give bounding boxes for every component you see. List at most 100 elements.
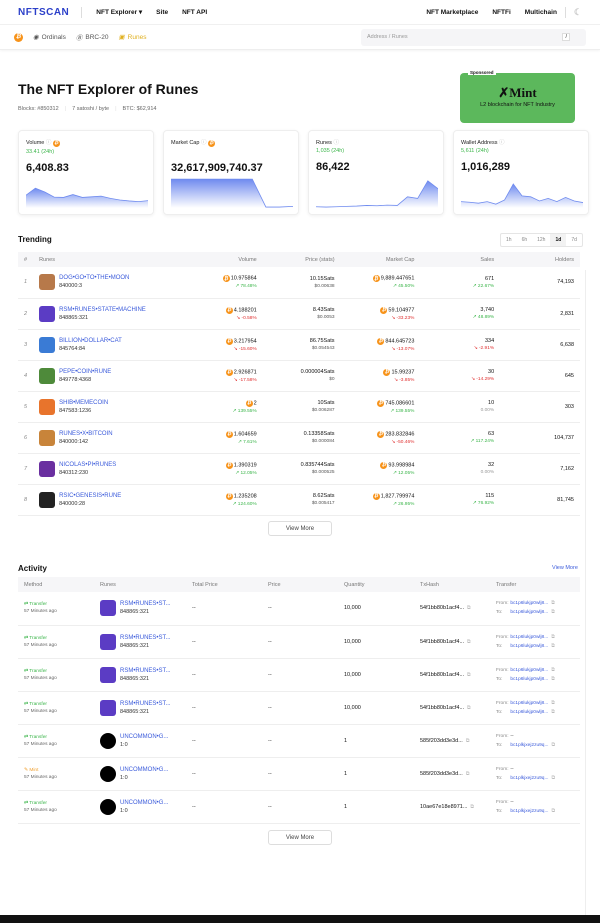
copy-icon[interactable]: ⧉ bbox=[551, 643, 555, 649]
from-address[interactable]: bc1p6lukjp0wlj8... bbox=[510, 701, 548, 706]
table-row[interactable]: 2 RSM•RUNES•STATE•MACHINE 848865:321 ₿ 4.1… bbox=[18, 298, 580, 330]
rune-avatar bbox=[39, 274, 56, 291]
to-address[interactable]: bc1p6lukjp0wlj8... bbox=[510, 644, 548, 649]
timeframe-1d[interactable]: 1d bbox=[550, 234, 567, 246]
column-header[interactable]: Volume bbox=[182, 252, 263, 267]
copy-icon[interactable]: ⧉ bbox=[551, 667, 555, 673]
from-address[interactable]: bc1p6lukjp0wlj8... bbox=[510, 635, 548, 640]
copy-icon[interactable]: ⧉ bbox=[551, 742, 555, 748]
market-cap: 59.104977 bbox=[388, 307, 415, 313]
copy-icon[interactable]: ⧉ bbox=[467, 605, 471, 611]
rune-name-link[interactable]: RUNES•X•BITCOIN bbox=[59, 431, 113, 437]
column-header[interactable]: Price (stats) bbox=[262, 252, 341, 267]
table-row[interactable]: 4 PEPE•COIN•RUNE 849778:4368 ₿ 2.926871 ↘ -… bbox=[18, 360, 580, 392]
rune-name-link[interactable]: PEPE•COIN•RUNE bbox=[59, 369, 111, 375]
tx-hash-link[interactable]: 585f203dd3e3d... bbox=[420, 771, 463, 777]
tx-hash-link[interactable]: 54f1bb80b1acf4... bbox=[420, 639, 464, 645]
to-address[interactable]: bc1plkjxej2zu9q... bbox=[510, 743, 548, 748]
table-row[interactable]: 6 RUNES•X•BITCOIN 840000:142 ₿ 1.604659 ↗ 7… bbox=[18, 422, 580, 454]
block-height[interactable]: Blocks: #850312 bbox=[18, 106, 59, 112]
to-address[interactable]: bc1p6lukjp0wlj8... bbox=[510, 610, 548, 615]
trending-view-more-button[interactable]: View More bbox=[268, 521, 332, 536]
to-address[interactable]: bc1p6lukjp0wlj8... bbox=[510, 677, 548, 682]
rune-name-link[interactable]: BILLION•DOLLAR•CAT bbox=[59, 338, 122, 344]
rune-name-link[interactable]: RSM•RUNES•STATE•MACHINE bbox=[59, 307, 146, 313]
copy-icon[interactable]: ⧉ bbox=[551, 775, 555, 781]
tx-hash-link[interactable]: 585f203dd3e3d... bbox=[420, 738, 463, 744]
from-address[interactable]: -- bbox=[510, 800, 513, 805]
rune-avatar bbox=[100, 699, 116, 716]
theme-toggle-moon-icon[interactable]: ☾ bbox=[564, 6, 582, 18]
nav-site[interactable]: Site bbox=[156, 9, 168, 16]
timeframe-12h[interactable]: 12h bbox=[532, 234, 550, 246]
column-header[interactable]: Market Cap bbox=[340, 252, 421, 267]
copy-icon[interactable]: ⧉ bbox=[470, 804, 474, 810]
table-row[interactable]: 1 DOG•GO•TO•THE•MOON 840000:3 ₿ 10.975864 ↗… bbox=[18, 267, 580, 299]
nav-nft-api[interactable]: NFT API bbox=[182, 9, 207, 16]
search-input[interactable]: Address / Runes / bbox=[361, 28, 586, 46]
copy-icon[interactable]: ⧉ bbox=[551, 600, 555, 606]
to-address[interactable]: bc1plkjxej2zu9q... bbox=[510, 776, 548, 781]
price-sats: 0.000004Sats bbox=[300, 369, 335, 375]
table-row[interactable]: 5 SHIB•MEMECOIN 847583:1236 ₿ 2 ↗ 139.55% 1… bbox=[18, 391, 580, 423]
activity-view-more-link[interactable]: View More bbox=[552, 565, 578, 571]
rune-name-link[interactable]: UNCOMMON•G... bbox=[120, 800, 168, 806]
to-address[interactable]: bc1p6lukjp0wlj8... bbox=[510, 710, 548, 715]
sales: 334 bbox=[484, 338, 495, 344]
column-header[interactable]: Sales bbox=[420, 252, 501, 267]
table-row[interactable]: 7 NICOLAS•PI•RUNES 840312:230 ₿ 1.390319 ↗ … bbox=[18, 453, 580, 485]
copy-icon[interactable]: ⧉ bbox=[551, 709, 555, 715]
copy-icon[interactable]: ⧉ bbox=[551, 676, 555, 682]
copy-icon[interactable]: ⧉ bbox=[466, 771, 470, 777]
volume-change: ↗ 12.05% bbox=[235, 470, 257, 476]
copy-icon[interactable]: ⧉ bbox=[467, 705, 471, 711]
copy-icon[interactable]: ⧉ bbox=[467, 639, 471, 645]
rune-name-link[interactable]: UNCOMMON•G... bbox=[120, 734, 168, 740]
from-address[interactable]: -- bbox=[510, 734, 513, 739]
column-header[interactable]: # bbox=[18, 252, 34, 267]
copy-icon[interactable]: ⧉ bbox=[466, 738, 470, 744]
nav-nftfi[interactable]: NFTFi bbox=[492, 9, 510, 16]
column-header[interactable]: Runes bbox=[33, 252, 183, 267]
copy-icon[interactable]: ⧉ bbox=[551, 634, 555, 640]
tx-hash-link[interactable]: 54f1bb80b1acf4... bbox=[420, 672, 464, 678]
rune-name-link[interactable]: RSM•RUNES•ST... bbox=[120, 701, 171, 707]
to-address[interactable]: bc1plkjxej2zu9q... bbox=[510, 809, 548, 814]
price: -- bbox=[262, 790, 338, 824]
copy-icon[interactable]: ⧉ bbox=[551, 609, 555, 615]
copy-icon[interactable]: ⧉ bbox=[551, 808, 555, 814]
rune-name-link[interactable]: RSIC•GENESIS•RUNE bbox=[59, 493, 121, 499]
column-header[interactable]: Holders bbox=[500, 252, 580, 267]
tx-hash-link[interactable]: 10ae67e18e8971... bbox=[420, 804, 467, 810]
from-address[interactable]: -- bbox=[510, 767, 513, 772]
tx-hash-link[interactable]: 54f1bb80b1acf4... bbox=[420, 605, 464, 611]
copy-icon[interactable]: ⧉ bbox=[467, 672, 471, 678]
sponsored-ad[interactable]: Sponsored ✗Mint L2 blockchain for NFT In… bbox=[460, 70, 575, 123]
copy-icon[interactable]: ⧉ bbox=[551, 700, 555, 706]
from-address[interactable]: bc1p6lukjp0wlj8... bbox=[510, 601, 548, 606]
timeframe-7d[interactable]: 7d bbox=[566, 234, 582, 246]
bitcoin-icon[interactable]: ₿ bbox=[14, 32, 23, 42]
logo[interactable]: NFTSCAN bbox=[18, 6, 83, 18]
nav-nft-marketplace[interactable]: NFT Marketplace bbox=[426, 9, 478, 16]
activity-view-more-button[interactable]: View More bbox=[268, 830, 332, 845]
rune-name-link[interactable]: SHIB•MEMECOIN bbox=[59, 400, 108, 406]
timeframe-1h[interactable]: 1h bbox=[501, 234, 517, 246]
nav-nft-explorer[interactable]: NFT Explorer ▾ bbox=[96, 8, 142, 16]
rune-name-link[interactable]: DOG•GO•TO•THE•MOON bbox=[59, 275, 129, 281]
rune-name-link[interactable]: NICOLAS•PI•RUNES bbox=[59, 462, 116, 468]
rune-name-link[interactable]: RSM•RUNES•ST... bbox=[120, 668, 171, 674]
nav-multichain[interactable]: Multichain bbox=[525, 9, 557, 16]
from-address[interactable]: bc1p6lukjp0wlj8... bbox=[510, 668, 548, 673]
tx-hash-link[interactable]: 54f1bb80b1acf4... bbox=[420, 705, 464, 711]
timeframe-6h[interactable]: 6h bbox=[517, 234, 533, 246]
tab-ordinals[interactable]: ◉ Ordinals bbox=[33, 33, 66, 42]
tab-brc20[interactable]: Ⓑ BRC-20 bbox=[76, 32, 109, 43]
tab-runes[interactable]: ▣ Runes bbox=[119, 33, 147, 42]
rune-name-link[interactable]: UNCOMMON•G... bbox=[120, 767, 168, 773]
scrollbar-track[interactable] bbox=[585, 270, 586, 920]
rune-name-link[interactable]: RSM•RUNES•ST... bbox=[120, 635, 171, 641]
table-row[interactable]: 3 BILLION•DOLLAR•CAT 845764:84 ₿ 3.217954 ↘… bbox=[18, 329, 580, 361]
table-row[interactable]: 8 RSIC•GENESIS•RUNE 840000:28 ₿ 1.235208 ↗ … bbox=[18, 484, 580, 516]
rune-name-link[interactable]: RSM•RUNES•ST... bbox=[120, 601, 171, 607]
